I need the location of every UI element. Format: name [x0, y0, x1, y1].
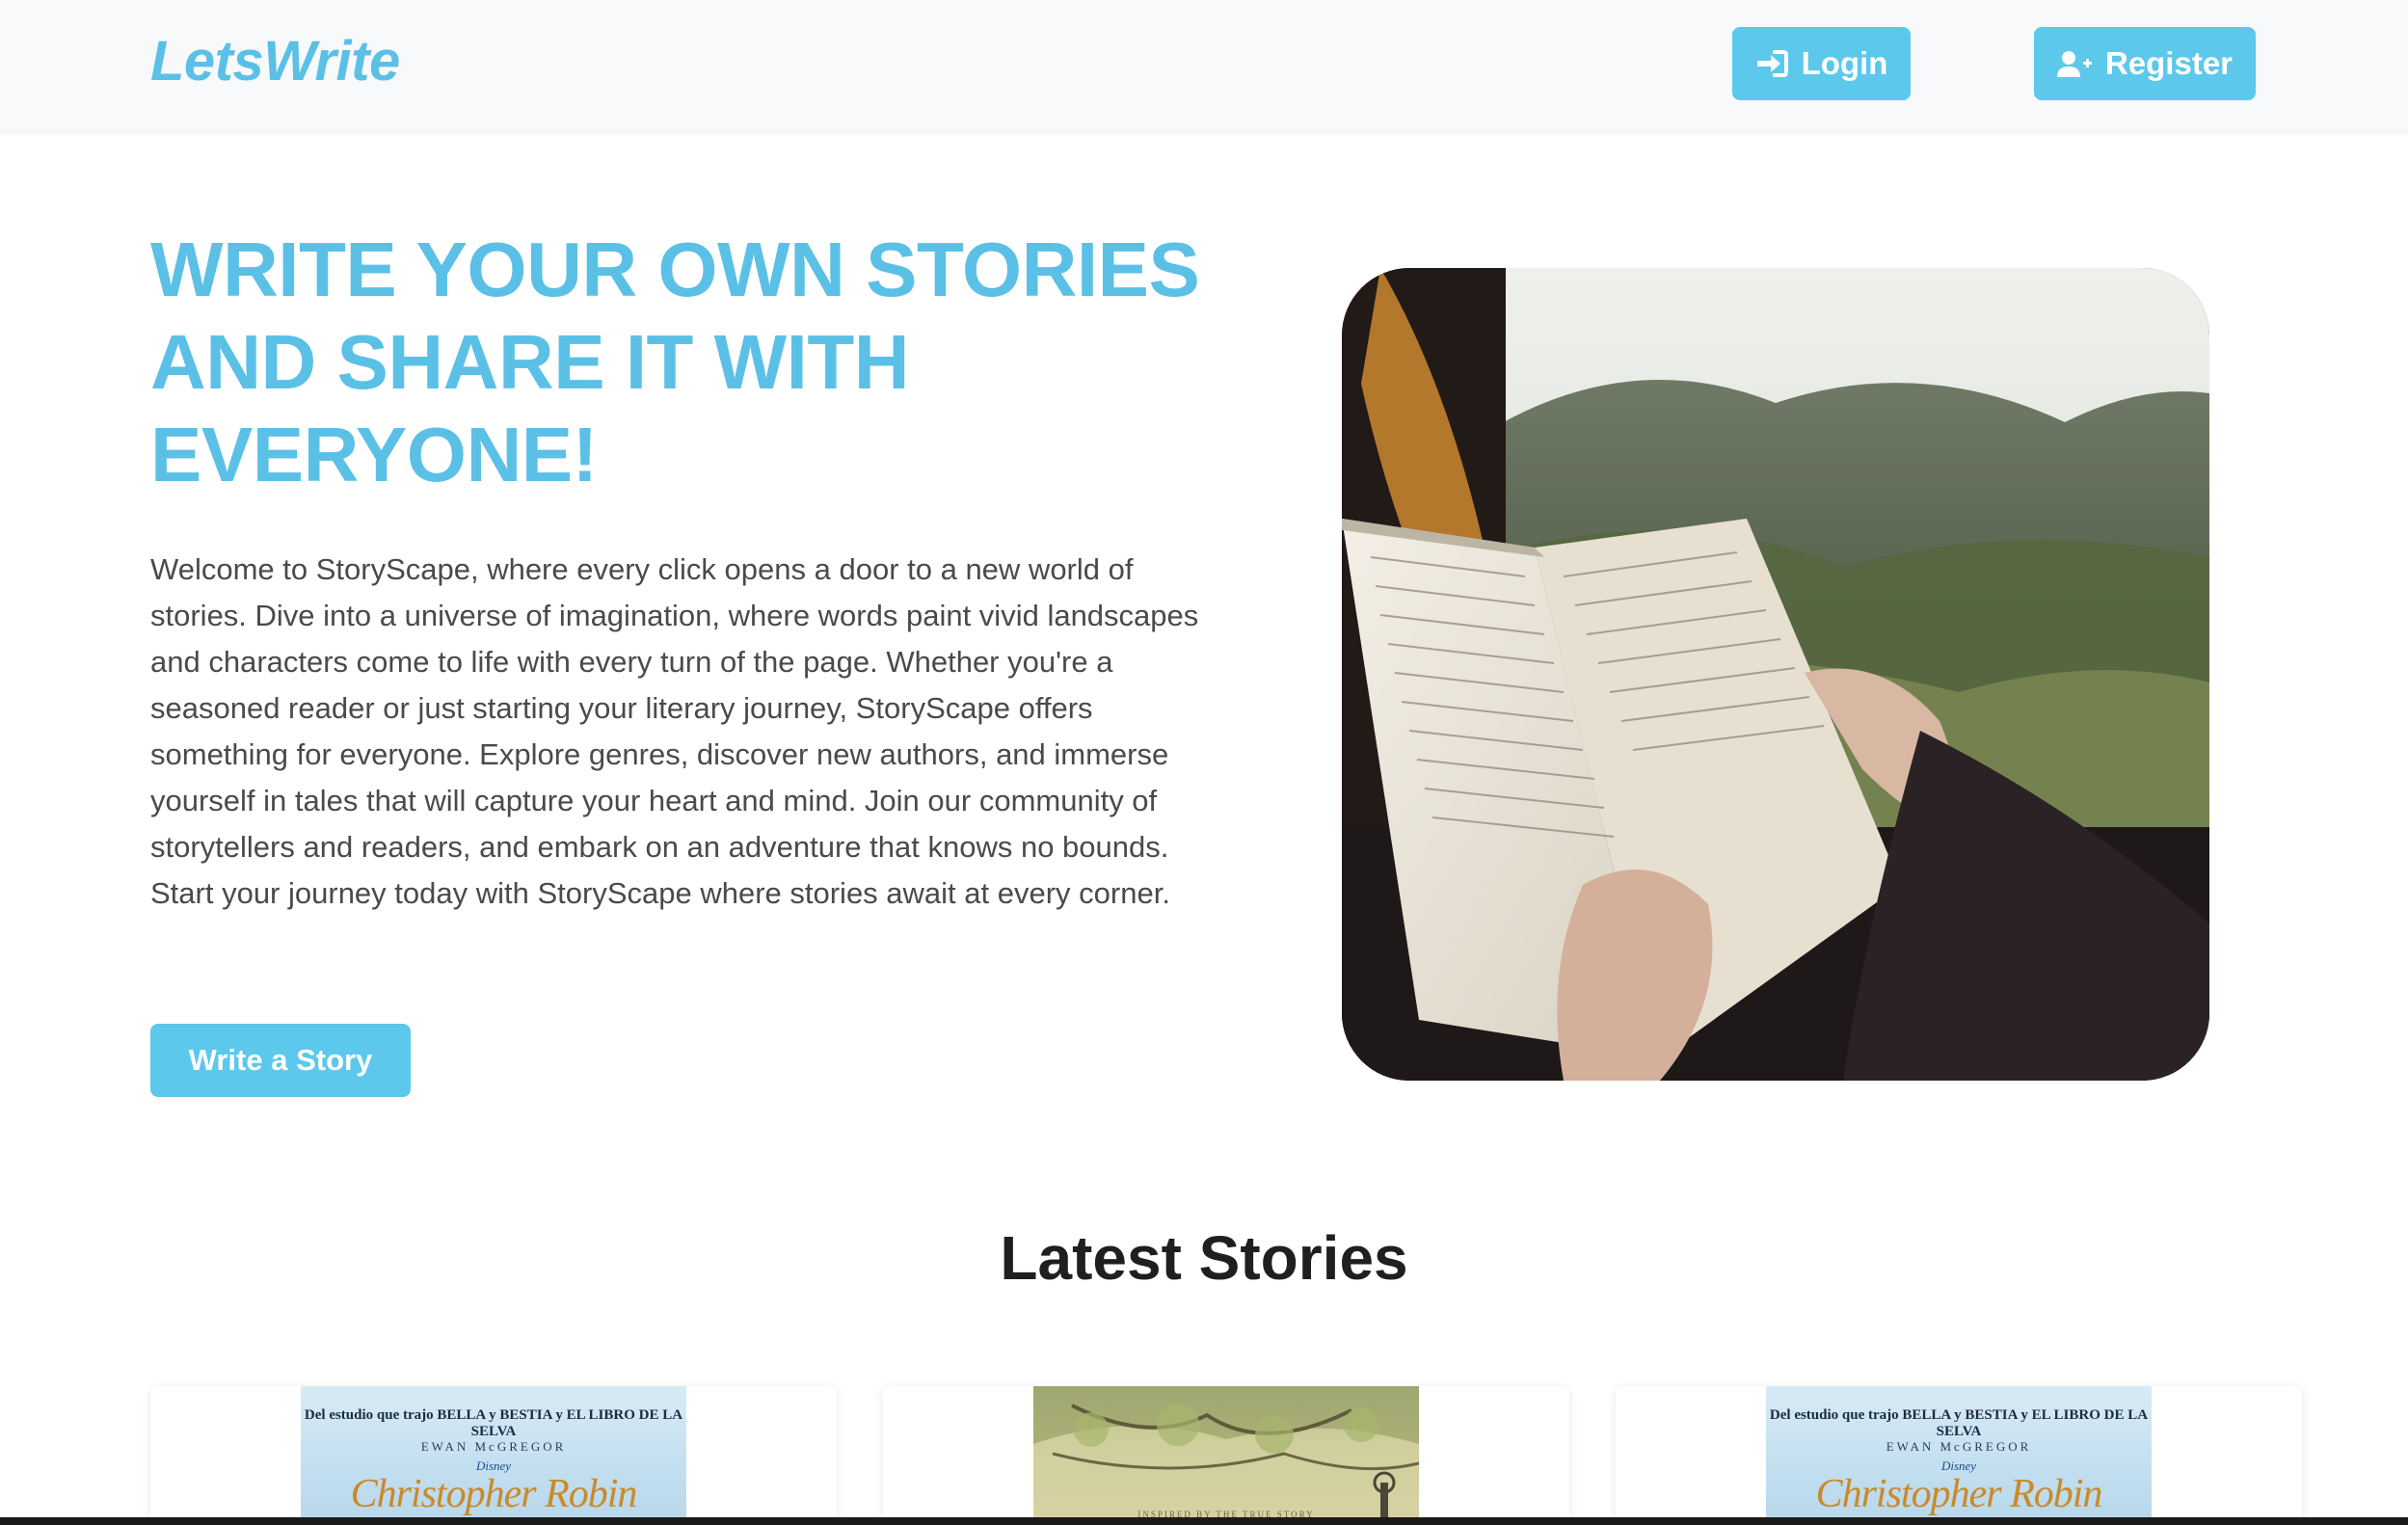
poster-tagline: Del estudio que trajo BELLA y BESTIA y E… — [304, 1407, 683, 1439]
story-cover-image[interactable]: INSPIRED BY THE TRUE STORY — [1033, 1386, 1419, 1525]
brand-logo[interactable]: LetsWrite — [150, 29, 400, 94]
poster-title: Christopher Robin — [1815, 1472, 2103, 1516]
register-label: Register — [2104, 45, 2234, 81]
poster-title: Christopher Robin — [350, 1472, 638, 1516]
hero-image-reading-book — [1342, 268, 2209, 1081]
navbar: LetsWrite Login Register — [0, 0, 2408, 130]
login-button[interactable]: Login — [1732, 27, 1911, 100]
hero-title: WRITE YOUR OWN STORIES AND SHARE IT WITH… — [150, 227, 1200, 497]
window-bottom-edge — [0, 1517, 2408, 1525]
story-card[interactable]: INSPIRED BY THE TRUE STORY — [883, 1386, 1569, 1525]
story-card[interactable]: Del estudio que trajo BELLA y BESTIA y E… — [1616, 1386, 2302, 1525]
register-button[interactable]: Register — [2034, 27, 2256, 100]
login-label: Login — [1801, 45, 1888, 81]
story-cover-image[interactable]: Del estudio que trajo BELLA y BESTIA y E… — [301, 1386, 686, 1525]
tree-illustration — [1033, 1386, 1419, 1521]
poster-tagline: Del estudio que trajo BELLA y BESTIA y E… — [1769, 1407, 2149, 1439]
write-story-button[interactable]: Write a Story — [150, 1024, 411, 1097]
hero-illustration — [1342, 268, 2209, 1081]
poster-actor: EWAN McGREGOR — [420, 1439, 567, 1454]
story-card[interactable]: Del estudio que trajo BELLA y BESTIA y E… — [150, 1386, 837, 1525]
user-plus-icon — [2056, 51, 2092, 77]
story-cover-image[interactable]: Del estudio que trajo BELLA y BESTIA y E… — [1766, 1386, 2152, 1525]
hero-description: Welcome to StoryScape, where every click… — [150, 552, 1199, 910]
sign-in-icon — [1756, 50, 1788, 77]
poster-actor: EWAN McGREGOR — [1886, 1439, 2032, 1454]
latest-stories-heading: Latest Stories — [1000, 1223, 1408, 1293]
